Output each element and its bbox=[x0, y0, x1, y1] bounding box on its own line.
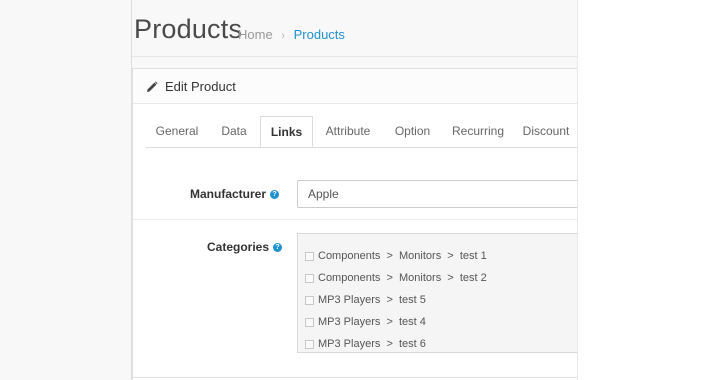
edit-product-panel: Edit Product General Data Links Attribut… bbox=[132, 68, 577, 380]
category-label: Components > Monitors > test 1 bbox=[318, 250, 487, 262]
tab-recurring[interactable]: Recurring bbox=[442, 116, 514, 147]
category-item[interactable]: Components > Monitors > test 2 bbox=[305, 270, 487, 286]
panel-title: Edit Product bbox=[165, 78, 236, 94]
category-item[interactable]: MP3 Players > test 4 bbox=[305, 314, 426, 330]
breadcrumb-products-link[interactable]: Products bbox=[294, 27, 345, 42]
manufacturer-label: Manufacturer ? bbox=[190, 187, 280, 201]
categories-checklist[interactable]: Components > Monitors > test 1 Component… bbox=[297, 233, 577, 353]
category-label: MP3 Players > test 4 bbox=[318, 316, 426, 328]
manufacturer-input[interactable] bbox=[297, 180, 577, 208]
admin-app: Products Home › Products Edit Product Ge… bbox=[0, 0, 578, 380]
tab-data[interactable]: Data bbox=[208, 116, 260, 147]
breadcrumb-separator: › bbox=[281, 30, 285, 42]
question-circle-icon[interactable]: ? bbox=[273, 242, 283, 252]
tab-links[interactable]: Links bbox=[260, 116, 313, 147]
category-checkbox[interactable] bbox=[305, 273, 314, 283]
manufacturer-label-text: Manufacturer bbox=[190, 187, 267, 201]
category-checkbox[interactable] bbox=[305, 295, 314, 305]
page-title: Products bbox=[134, 14, 243, 44]
category-label: Components > Monitors > test 2 bbox=[318, 272, 487, 284]
categories-label: Categories ? bbox=[207, 240, 283, 254]
category-checkbox[interactable] bbox=[305, 251, 314, 261]
form-row-divider bbox=[133, 219, 577, 220]
breadcrumb: Home › Products bbox=[238, 27, 345, 42]
category-checkbox[interactable] bbox=[305, 317, 314, 327]
product-tabs: General Data Links Attribute Option Recu… bbox=[146, 116, 577, 148]
panel-heading: Edit Product bbox=[133, 69, 577, 104]
category-item[interactable]: MP3 Players > test 5 bbox=[305, 292, 426, 308]
category-checkbox[interactable] bbox=[305, 339, 314, 349]
category-item[interactable]: MP3 Players > test 6 bbox=[305, 336, 426, 352]
tab-option[interactable]: Option bbox=[383, 116, 442, 147]
category-label: MP3 Players > test 6 bbox=[318, 338, 426, 350]
category-item[interactable]: Components > Monitors > test 1 bbox=[305, 248, 487, 264]
tab-attribute[interactable]: Attribute bbox=[313, 116, 383, 147]
question-circle-icon[interactable]: ? bbox=[270, 189, 280, 199]
categories-label-text: Categories bbox=[207, 240, 270, 254]
tab-general[interactable]: General bbox=[146, 116, 208, 147]
category-label: MP3 Players > test 5 bbox=[318, 294, 426, 306]
tab-discount[interactable]: Discount bbox=[514, 116, 577, 147]
page-header: Products Home › Products bbox=[132, 0, 577, 57]
breadcrumb-home-link[interactable]: Home bbox=[238, 27, 273, 42]
pencil-icon bbox=[146, 80, 158, 92]
panel-bottom-divider bbox=[132, 377, 577, 378]
